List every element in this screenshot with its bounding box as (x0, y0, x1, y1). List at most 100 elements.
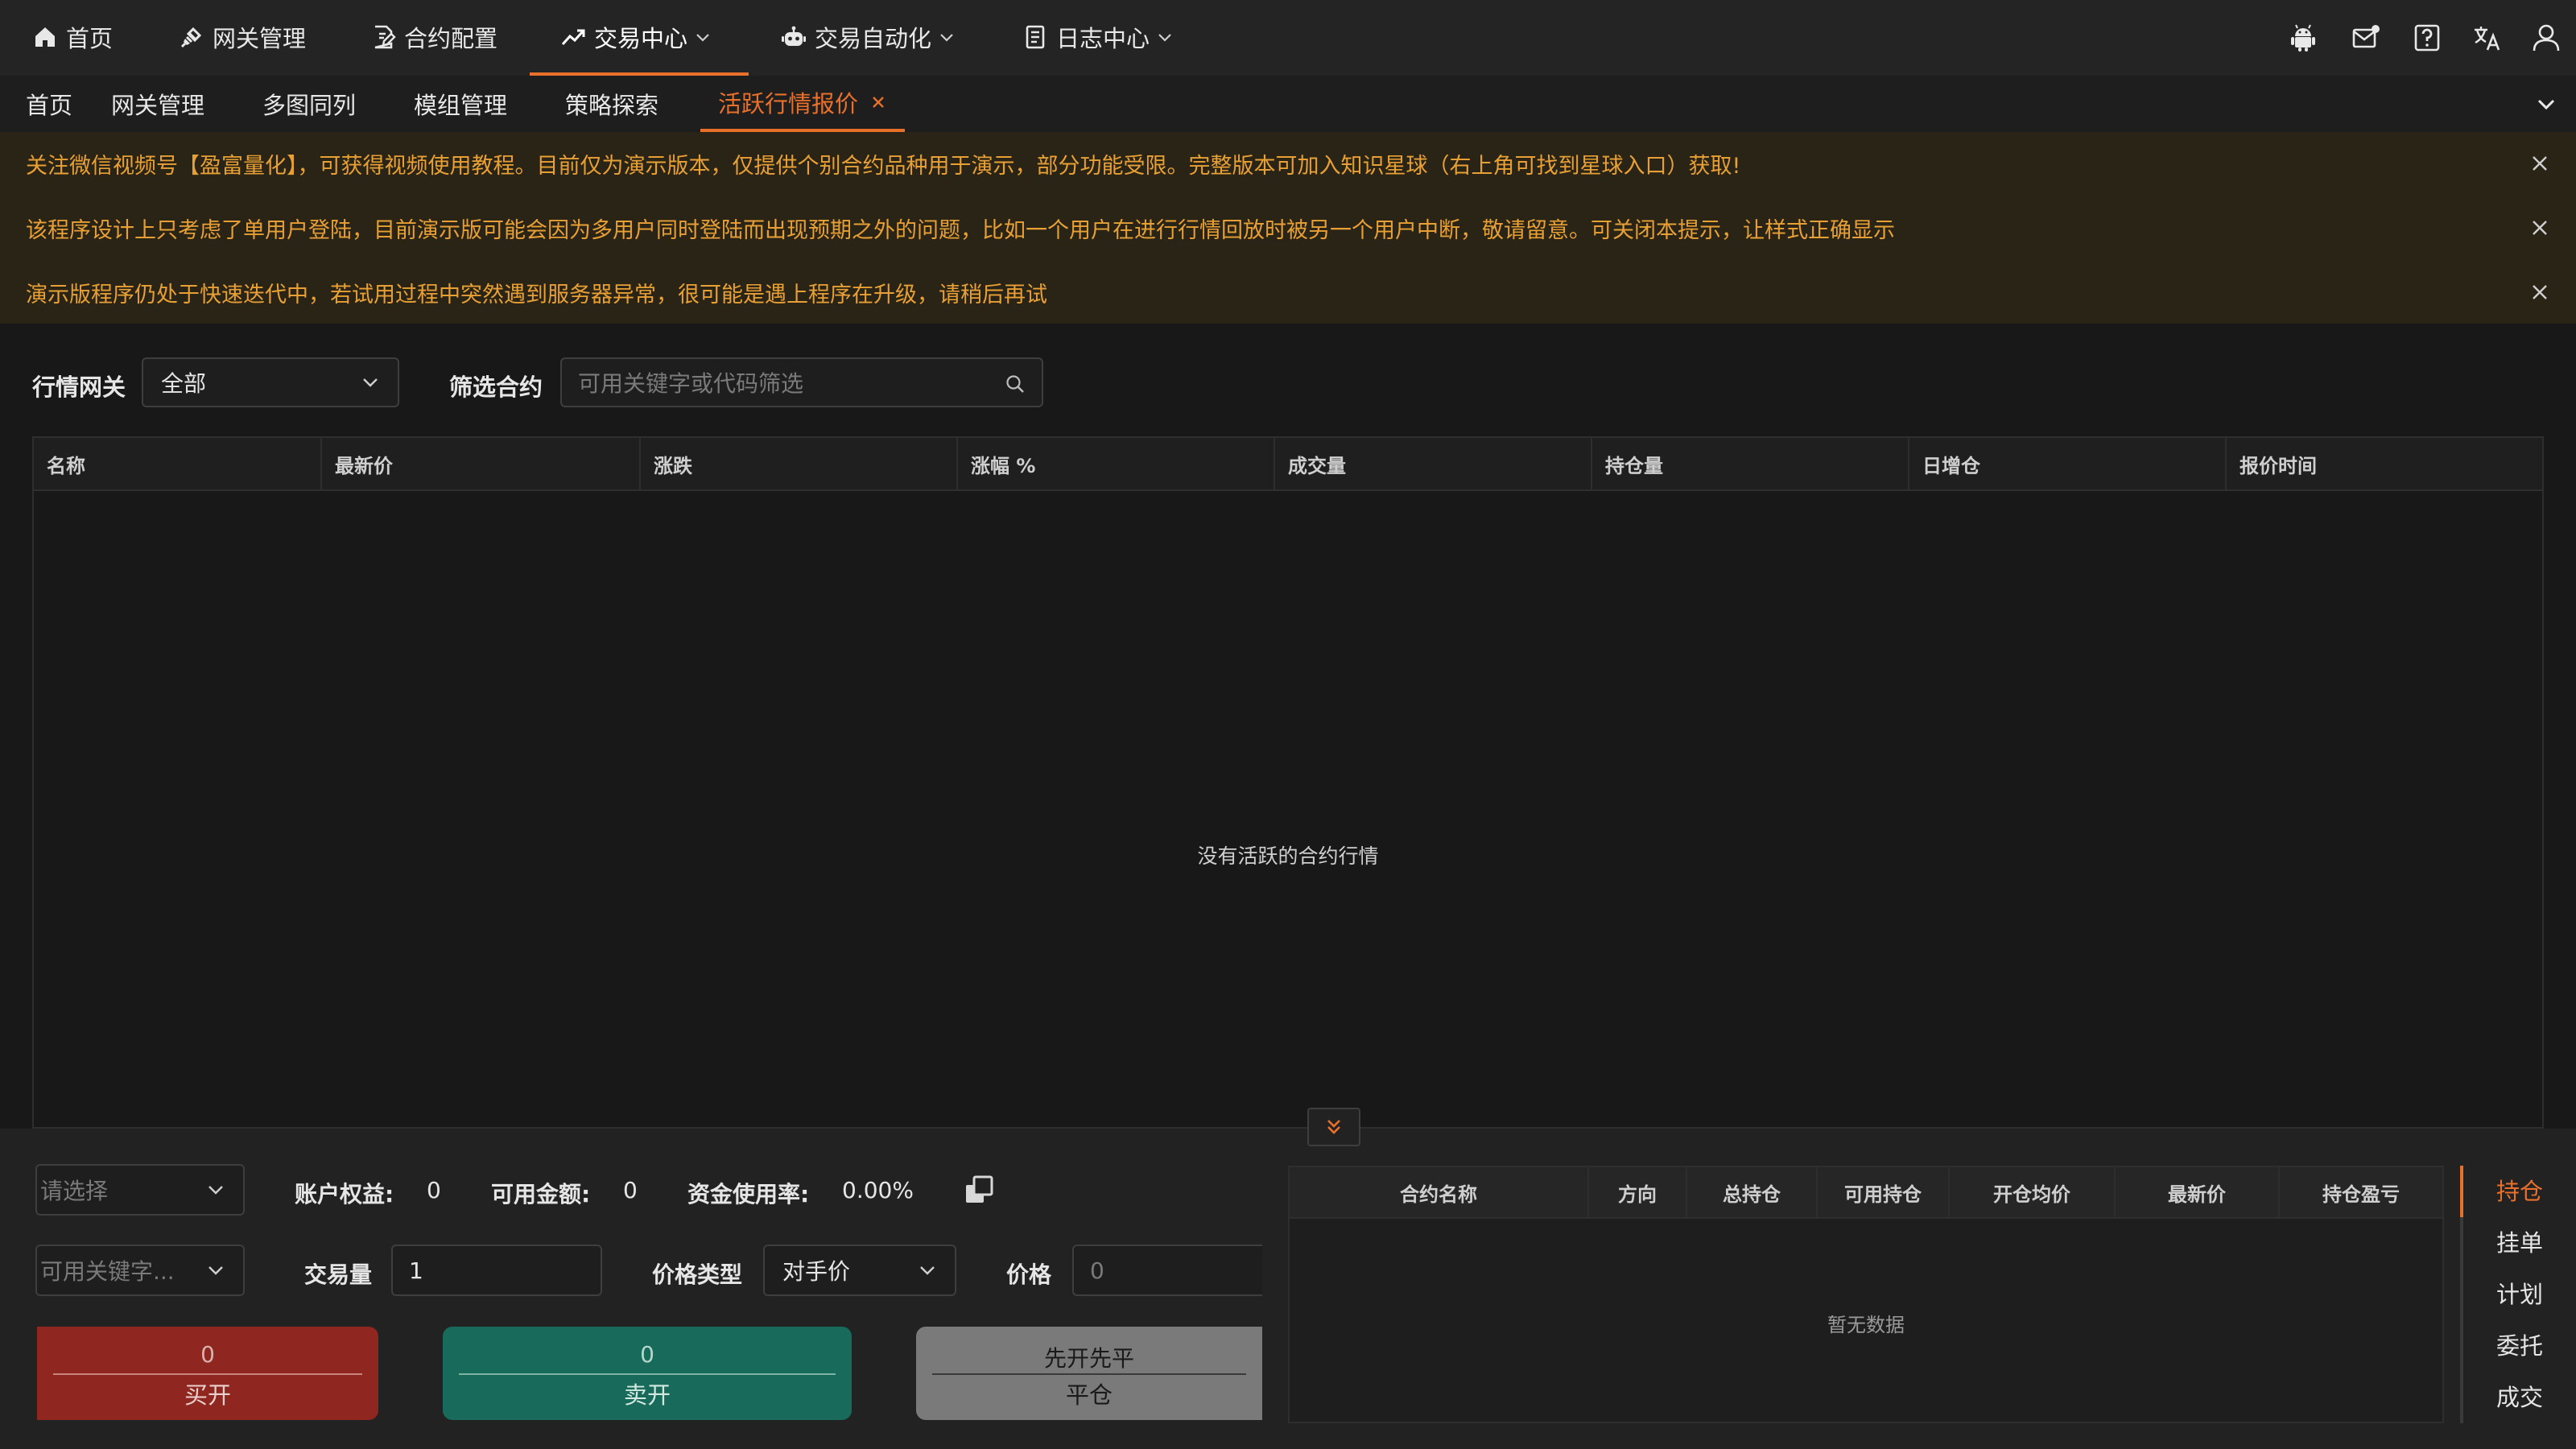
robot-icon (782, 26, 806, 46)
notice-text: 演示版程序仍处于快速迭代中，若试用过程中突然遇到服务器异常，很可能是遇上程序在升… (26, 282, 1047, 308)
tab-strategy[interactable]: 策略探索 (565, 76, 658, 132)
column-header[interactable]: 合约名称 (1290, 1167, 1589, 1217)
collapse-button[interactable] (1307, 1108, 1360, 1146)
notice: 演示版程序仍处于快速迭代中，若试用过程中突然遇到服务器异常，很可能是遇上程序在升… (26, 261, 2521, 324)
tab-label: 策略探索 (565, 92, 659, 119)
mail-icon[interactable] (2351, 23, 2381, 53)
double-chevron-down-icon (1327, 1120, 1340, 1134)
side-tab-plans[interactable]: 计划 (2463, 1269, 2576, 1317)
plug-icon (180, 27, 202, 48)
nav-item-gateway[interactable]: 网关管理 (179, 0, 306, 74)
column-header[interactable]: 涨跌 (641, 438, 958, 489)
contract-select-placeholder: 可用关键字... (40, 1258, 175, 1285)
file-edit-icon (374, 25, 396, 49)
column-header[interactable]: 最新价 (2116, 1167, 2280, 1217)
column-header[interactable]: 持仓盈亏 (2280, 1167, 2442, 1217)
help-icon[interactable] (2412, 23, 2442, 53)
translate-icon[interactable] (2471, 23, 2502, 53)
notice-text: 该程序设计上只考虑了单用户登陆，目前演示版可能会因为多用户同时登陆而出现预期之外… (26, 217, 1895, 243)
close-icon[interactable] (2529, 217, 2550, 238)
copy-icon[interactable] (963, 1174, 997, 1208)
tab-label: 网关管理 (111, 92, 205, 119)
account-select-placeholder: 请选择 (40, 1178, 109, 1204)
column-header[interactable]: 报价时间 (2227, 438, 2542, 489)
quote-table: 名称 最新价 涨跌 涨幅 % 成交量 持仓量 日增仓 报价时间 没有活跃的合约行… (32, 436, 2544, 1129)
sell-open-button[interactable]: 0 卖开 (443, 1327, 852, 1420)
account-select[interactable]: 请选择 (35, 1164, 245, 1216)
column-header[interactable]: 名称 (34, 438, 322, 489)
close-icon[interactable] (2529, 282, 2550, 303)
divider (932, 1373, 1246, 1375)
gateway-select[interactable]: 全部 (142, 357, 399, 407)
tab-label: 活跃行情报价 (718, 90, 859, 118)
quote-table-header: 名称 最新价 涨跌 涨幅 % 成交量 持仓量 日增仓 报价时间 (34, 438, 2542, 491)
notice-area: 关注微信视频号【盈富量化】，可获得视频使用教程。目前仅为演示版本，仅提供个别合约… (0, 132, 2576, 324)
volume-input-value: 1 (409, 1257, 423, 1284)
side-tab-positions[interactable]: 持仓 (2463, 1166, 2576, 1214)
tab-home[interactable]: 首页 (26, 76, 72, 132)
buy-open-button[interactable]: 0 买开 (37, 1327, 378, 1420)
close-mode-label: 先开先平 (1043, 1345, 1134, 1372)
volume-input[interactable]: 1 (391, 1245, 602, 1296)
buy-open-count: 0 (200, 1341, 215, 1368)
tab-active-quotes[interactable]: 活跃行情报价 (700, 76, 906, 132)
close-position-label: 平仓 (1065, 1381, 1113, 1409)
chevron-down-icon (208, 1186, 223, 1195)
tab-multichart[interactable]: 多图同列 (262, 76, 356, 132)
usage-label: 资金使用率: (687, 1181, 810, 1208)
contract-select[interactable]: 可用关键字... (35, 1245, 245, 1296)
tab-modules[interactable]: 模组管理 (414, 76, 507, 132)
nav-label: 合约配置 (404, 25, 498, 52)
price-type-select[interactable]: 对手价 (763, 1245, 956, 1296)
empty-state-text: 没有活跃的合约行情 (1197, 844, 1379, 868)
nav-item-logs[interactable]: 日志中心 (1022, 0, 1174, 74)
close-icon[interactable] (2529, 153, 2550, 174)
contract-search-input[interactable]: 可用关键字或代码筛选 (560, 357, 1043, 407)
sell-open-count: 0 (640, 1341, 654, 1368)
contract-filter-label: 筛选合约 (449, 374, 543, 401)
column-header[interactable]: 日增仓 (1909, 438, 2227, 489)
notice-text: 关注微信视频号【盈富量化】，可获得视频使用教程。目前仅为演示版本，仅提供个别合约… (26, 153, 1741, 179)
column-header[interactable]: 成交量 (1275, 438, 1592, 489)
tab-bar: 首页 网关管理 多图同列 模组管理 策略探索 活跃行情报价 (0, 76, 2576, 134)
column-header[interactable]: 可用持仓 (1818, 1167, 1950, 1217)
side-tab-trades[interactable]: 成交 (2463, 1372, 2576, 1420)
chevron-down-icon (208, 1266, 223, 1275)
column-header[interactable]: 涨幅 % (958, 438, 1275, 489)
sell-open-label: 卖开 (623, 1381, 671, 1409)
log-icon (1026, 25, 1045, 49)
side-tab-orders[interactable]: 挂单 (2463, 1217, 2576, 1265)
nav-item-trade-center[interactable]: 交易中心 (560, 0, 712, 74)
column-header[interactable]: 最新价 (322, 438, 641, 489)
price-type-value: 对手价 (782, 1258, 851, 1285)
nav-item-automation[interactable]: 交易自动化 (781, 0, 956, 74)
nav-item-home[interactable]: 首页 (32, 0, 113, 74)
column-header[interactable]: 开仓均价 (1950, 1167, 2116, 1217)
trend-icon (561, 29, 585, 46)
user-icon[interactable] (2531, 23, 2562, 53)
home-icon (35, 27, 55, 47)
nav-item-contract[interactable]: 合约配置 (370, 0, 497, 74)
divider (459, 1373, 836, 1375)
available-value: 0 (623, 1177, 638, 1203)
chevron-down-icon (920, 1266, 935, 1275)
divider (53, 1373, 362, 1375)
column-header[interactable]: 方向 (1589, 1167, 1687, 1217)
close-position-button[interactable]: 先开先平 平仓 (916, 1327, 1262, 1420)
android-icon[interactable] (2288, 23, 2318, 53)
price-type-label: 价格类型 (652, 1261, 743, 1288)
column-header[interactable]: 总持仓 (1687, 1167, 1818, 1217)
side-tab-entrusts[interactable]: 委托 (2463, 1320, 2576, 1368)
close-icon[interactable] (869, 93, 887, 111)
nav-label: 日志中心 (1056, 25, 1150, 52)
nav-label: 首页 (66, 25, 114, 52)
search-icon[interactable] (1005, 374, 1026, 394)
tab-gateway[interactable]: 网关管理 (111, 76, 204, 132)
search-placeholder: 可用关键字或代码筛选 (578, 370, 804, 397)
nav-label: 交易自动化 (815, 25, 932, 52)
equity-value: 0 (427, 1177, 441, 1203)
column-header[interactable]: 持仓量 (1592, 438, 1909, 489)
gateway-label: 行情网关 (32, 374, 126, 401)
price-input[interactable]: 0 (1072, 1245, 1262, 1296)
chevron-down-icon[interactable] (2534, 92, 2558, 116)
